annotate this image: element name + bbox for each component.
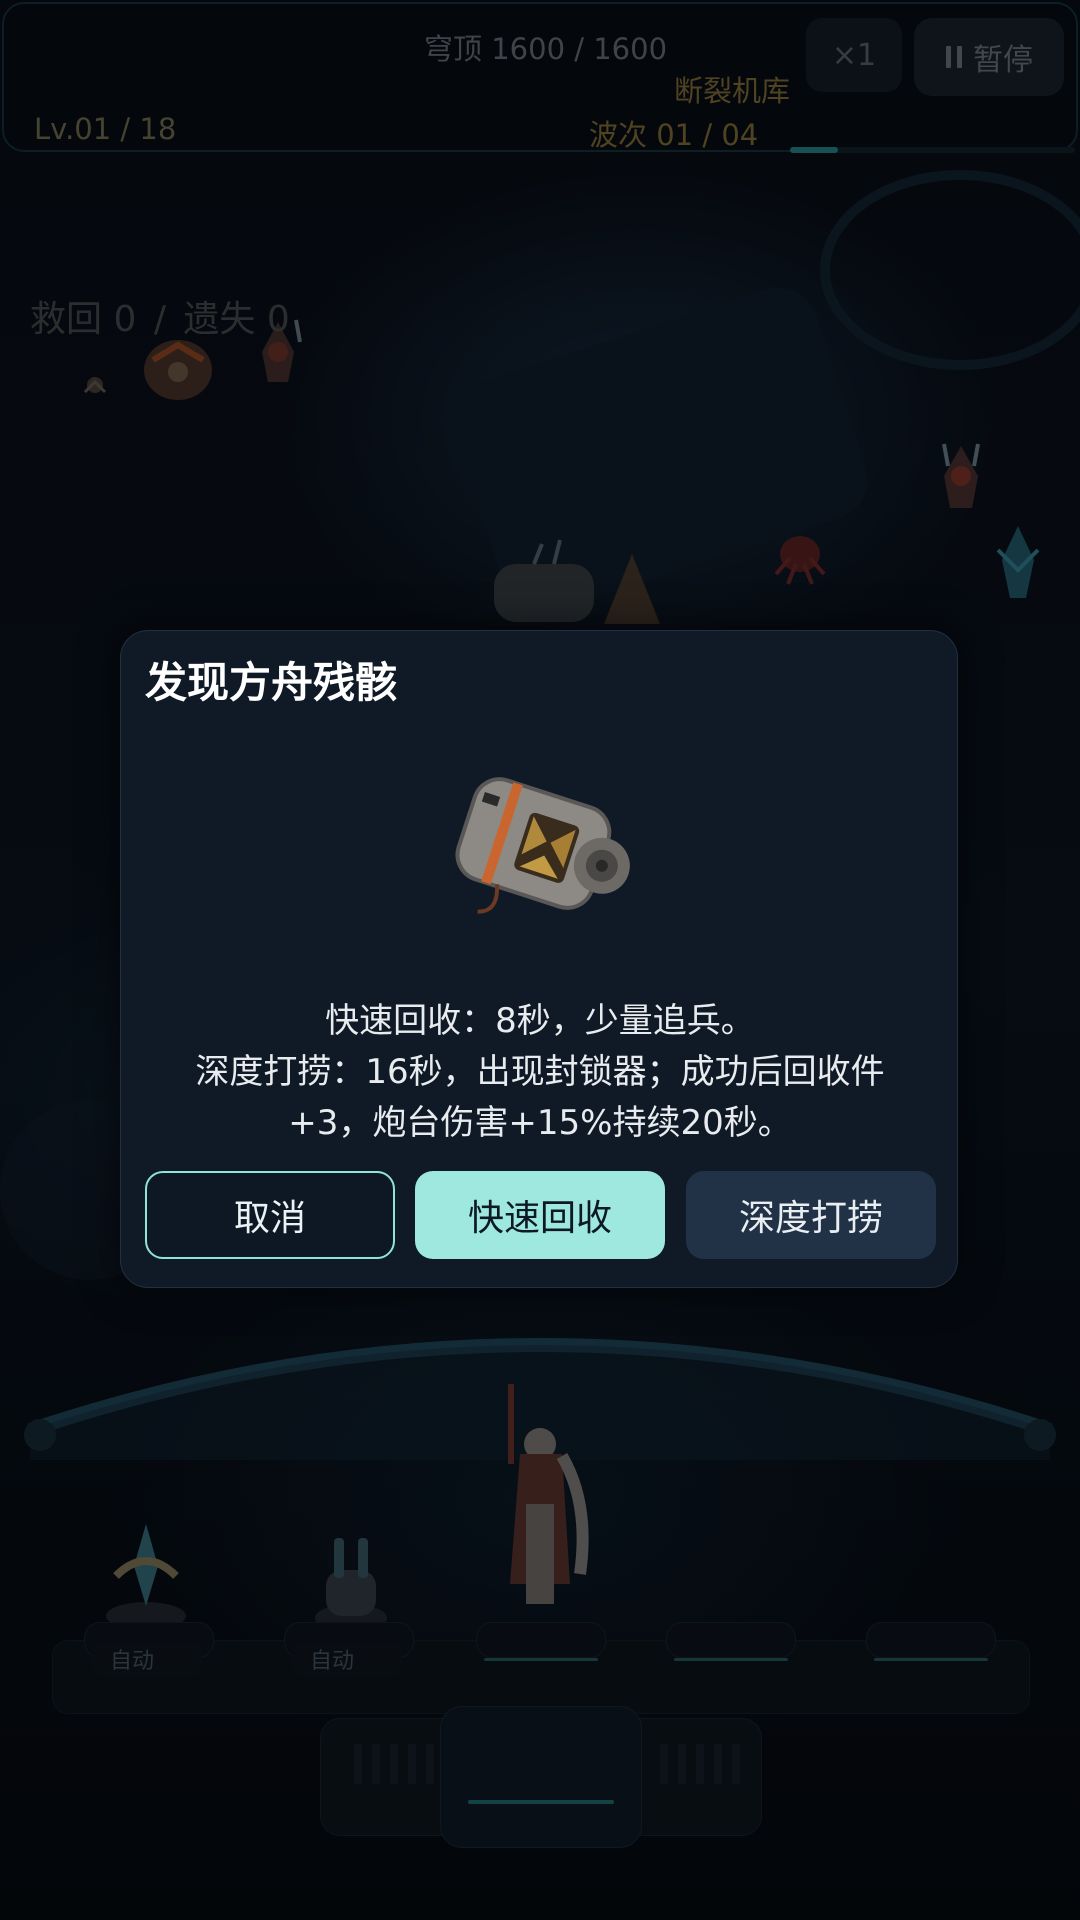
game-stage: 穹顶 1600 / 1600 断裂机库 Lv.01 / 18 波次 01 / 0… <box>0 0 1080 1920</box>
description-line-quick: 快速回收：8秒，少量追兵。 <box>325 1001 755 1041</box>
wreck-found-dialog: 发现方舟残骸 快速回收：8秒，少量追兵。 深度打捞：16秒，出现封锁器；成功后回… <box>120 630 958 1288</box>
dialog-title: 发现方舟残骸 <box>145 658 398 707</box>
description-line-reward: +3，炮台伤害+15%持续20秒。 <box>288 1103 792 1143</box>
deep-salvage-button[interactable]: 深度打捞 <box>686 1171 936 1259</box>
quick-salvage-button[interactable]: 快速回收 <box>415 1171 665 1259</box>
dialog-description: 快速回收：8秒，少量追兵。 深度打捞：16秒，出现封锁器；成功后回收件 +3，炮… <box>151 996 929 1149</box>
cancel-button[interactable]: 取消 <box>145 1171 395 1259</box>
description-line-deep: 深度打捞：16秒，出现封锁器；成功后回收件 <box>195 1052 885 1092</box>
ark-wreck-icon <box>455 777 630 914</box>
